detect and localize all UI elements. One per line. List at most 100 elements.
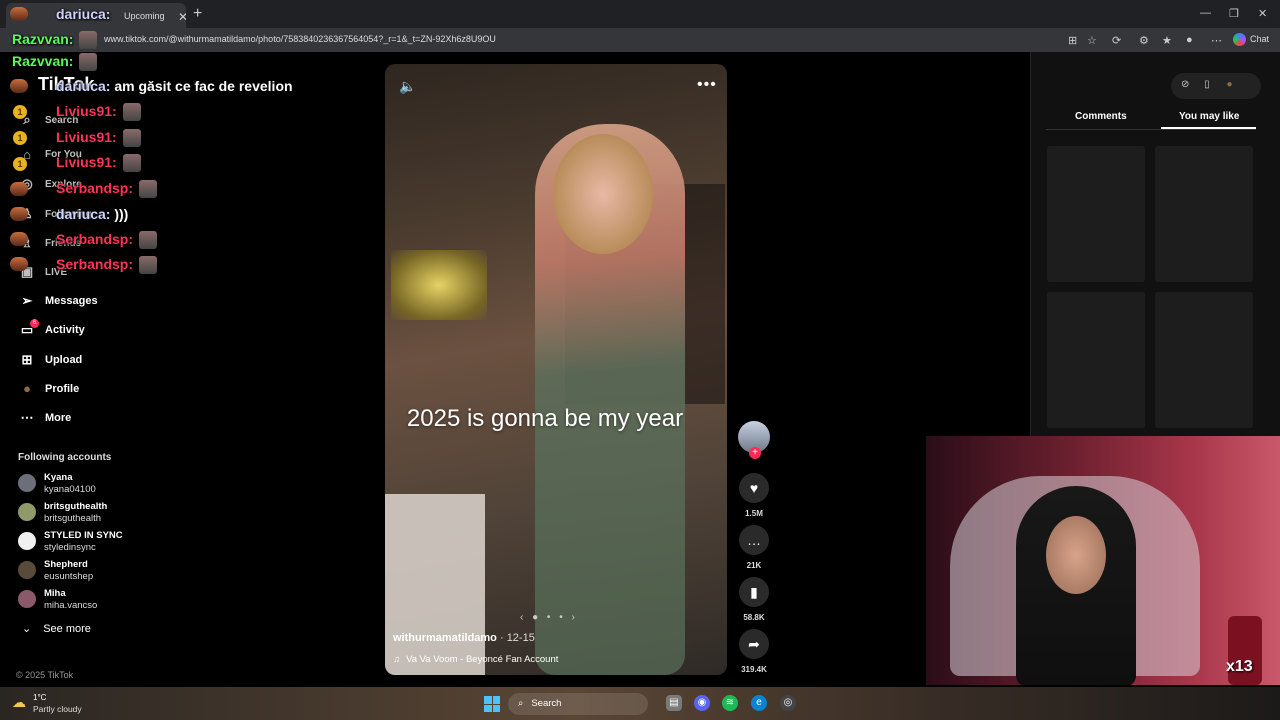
close-tab-icon[interactable]: ✕ xyxy=(178,10,186,24)
account-name: STYLED IN SYNC xyxy=(44,530,123,541)
chat-text: ))) xyxy=(114,206,129,222)
chat-user: dariuca: xyxy=(56,78,111,94)
nav-label: Upload xyxy=(45,354,83,366)
account-username: eusuntshep xyxy=(44,571,94,582)
nav-more[interactable]: ⋯ More xyxy=(18,410,72,426)
post-media[interactable]: 🔈 ••• 2025 is gonna be my year ‹ ● • • ›… xyxy=(385,64,727,675)
more-options-icon[interactable]: ••• xyxy=(697,76,717,94)
volume-icon[interactable]: 🔈 xyxy=(399,78,416,95)
bookmark-icon[interactable]: ▮ xyxy=(739,577,769,607)
emote-icon xyxy=(122,154,141,173)
chat-message: Serbandsp: xyxy=(56,180,158,199)
chat-message: Livius91: xyxy=(56,129,141,148)
device-icon[interactable]: ▯ xyxy=(1204,79,1210,90)
post-author[interactable]: withurmamatildamo · 12-15 xyxy=(393,632,535,644)
photo-carousel-dots[interactable]: ‹ ● • • › xyxy=(520,612,578,623)
minimize-icon[interactable]: — xyxy=(1200,7,1211,19)
menu-dots-icon[interactable]: ⋯ xyxy=(1211,34,1222,47)
extensions-icon[interactable]: ⚙ xyxy=(1139,34,1149,47)
comment-count: 21K xyxy=(746,561,762,570)
streamer-webcam: x13 xyxy=(926,436,1280,685)
suggestion-tile[interactable] xyxy=(1047,146,1145,282)
account-username: kyana04100 xyxy=(44,484,96,495)
chat-avatar xyxy=(10,257,28,271)
suggestion-tile[interactable] xyxy=(1155,292,1253,428)
windows-start-icon[interactable] xyxy=(484,696,500,712)
chat-user: dariuca: xyxy=(56,206,111,222)
chat-user: Razvvan: xyxy=(12,53,74,69)
more-dots-icon: ⋯ xyxy=(20,410,34,425)
chat-user: Serbandsp: xyxy=(56,180,134,196)
post-date: · 12-15 xyxy=(499,632,535,644)
account-name: Miha xyxy=(44,588,66,599)
music-note-icon: ♫ xyxy=(393,654,401,665)
coin-icon[interactable]: ⊘ xyxy=(1181,79,1189,90)
discord-icon[interactable]: ◉ xyxy=(694,695,710,711)
windows-taskbar: ☁ 1°C Partly cloudy ⌕ Search ▤ ◉ ≋ e ◎ xyxy=(0,687,1280,720)
address-bar: www.tiktok.com/@withurmamatildamo/photo/… xyxy=(0,28,1280,52)
chat-message: Razvvan: xyxy=(12,31,98,50)
suggestion-tile[interactable] xyxy=(1047,292,1145,428)
close-window-icon[interactable]: ✕ xyxy=(1258,7,1267,20)
profile-avatar-icon[interactable]: ● xyxy=(1186,34,1193,46)
apps-icon[interactable]: ⊞ xyxy=(1068,34,1077,47)
see-more-button[interactable]: ⌄ See more xyxy=(22,622,91,635)
emote-icon xyxy=(139,256,158,275)
chat-user: Livius91: xyxy=(56,103,117,119)
account-username: styledinsync xyxy=(44,542,96,553)
weather-condition: Partly cloudy xyxy=(33,704,82,714)
search-icon: ⌕ xyxy=(518,698,524,709)
comment-icon[interactable]: … xyxy=(739,525,769,555)
url-field[interactable]: www.tiktok.com/@withurmamatildamo/photo/… xyxy=(104,34,496,44)
share-arrow-icon[interactable]: ➦ xyxy=(739,629,769,659)
account-username: miha.vancso xyxy=(44,600,98,611)
emote-icon xyxy=(79,53,98,72)
favorite-star-icon[interactable]: ☆ xyxy=(1087,34,1097,47)
tab-you-may-like[interactable]: You may like xyxy=(1179,111,1239,122)
chat-avatar xyxy=(10,182,28,196)
follow-plus-icon[interactable]: + xyxy=(749,447,761,459)
see-more-label: See more xyxy=(43,623,91,635)
nav-activity[interactable]: ▭ Activity xyxy=(18,322,85,338)
spotify-icon[interactable]: ≋ xyxy=(722,695,738,711)
nav-upload[interactable]: ⊞ Upload xyxy=(18,352,83,368)
copilot-chat-button[interactable]: Chat xyxy=(1233,33,1269,46)
top-right-controls: ⊘ ▯ ● xyxy=(1171,73,1261,99)
chat-message: Livius91: xyxy=(56,154,141,173)
like-heart-icon[interactable]: ♥ xyxy=(739,473,769,503)
chat-user: Serbandsp: xyxy=(56,231,134,247)
account-name: Shepherd xyxy=(44,559,88,570)
tab-divider xyxy=(1046,129,1256,130)
profile-avatar-icon: ● xyxy=(23,381,31,396)
chat-label: Chat xyxy=(1250,33,1270,44)
chat-avatar xyxy=(10,232,28,246)
chat-message: dariuca: am găsit ce fac de revelion xyxy=(56,78,293,94)
chat-user: Livius91: xyxy=(56,129,117,145)
weather-icon[interactable]: ☁ xyxy=(12,694,26,711)
background-lamp xyxy=(391,250,487,320)
edge-icon[interactable]: e xyxy=(751,695,767,711)
upload-plus-icon: ⊞ xyxy=(21,352,33,367)
author-name: withurmamatildamo xyxy=(393,632,497,644)
chat-user: Razvvan: xyxy=(12,31,74,47)
avatar xyxy=(18,503,36,521)
user-avatar[interactable]: ● xyxy=(1226,79,1232,90)
favorites-icon[interactable]: ★ xyxy=(1162,34,1172,47)
emote-icon xyxy=(122,129,141,148)
post-music[interactable]: ♫ Va Va Voom - Beyoncé Fan Account xyxy=(393,654,558,665)
taskbar-search[interactable]: ⌕ Search xyxy=(508,693,648,715)
refresh-icon[interactable]: ⟳ xyxy=(1112,34,1121,47)
share-count: 319.4K xyxy=(741,665,767,674)
new-tab-icon[interactable]: + xyxy=(193,5,202,23)
obs-icon[interactable]: ◎ xyxy=(780,695,796,711)
tab-comments[interactable]: Comments xyxy=(1075,111,1127,122)
emote-icon xyxy=(79,31,98,50)
nav-profile[interactable]: ● Profile xyxy=(18,381,79,396)
chat-user: Serbandsp: xyxy=(56,256,134,272)
emote-icon xyxy=(139,180,158,199)
suggestion-tile[interactable] xyxy=(1155,146,1253,282)
nav-messages[interactable]: ➢ Messages xyxy=(18,293,98,309)
maximize-icon[interactable]: ❐ xyxy=(1229,7,1239,20)
chat-message: Razvvan: xyxy=(12,53,98,72)
file-explorer-icon[interactable]: ▤ xyxy=(666,695,682,711)
